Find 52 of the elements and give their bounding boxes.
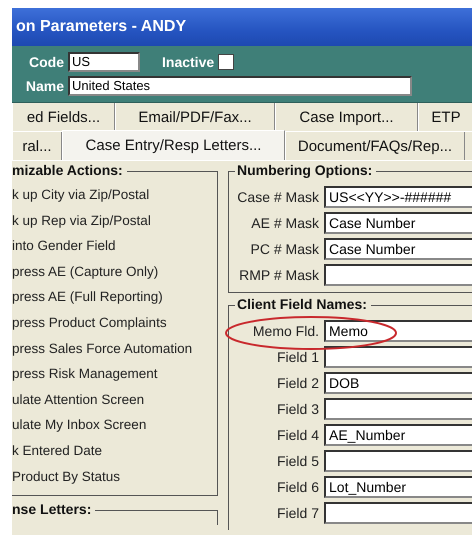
action-option[interactable]: ulate My Inbox Screen — [12, 412, 217, 438]
mask-field[interactable]: Case Number — [324, 212, 472, 234]
field-label: Field 3 — [276, 401, 319, 417]
field-label: Field 1 — [276, 349, 319, 365]
client-field[interactable]: AE_Number — [324, 424, 472, 446]
field-label: Memo Fld. — [252, 323, 319, 339]
field-label: Field 5 — [276, 453, 319, 469]
client-field[interactable]: DOB — [324, 372, 472, 394]
group-title: Numbering Options: — [235, 162, 376, 178]
field-label: Field 7 — [276, 505, 319, 521]
group-title: mizable Actions: — [12, 162, 127, 178]
client-field[interactable]: Memo — [324, 320, 472, 342]
client-field[interactable] — [324, 346, 472, 368]
field-label: Field 2 — [276, 375, 319, 391]
action-option[interactable]: into Gender Field — [12, 233, 217, 259]
code-field[interactable]: US — [68, 52, 140, 72]
tab[interactable]: Document/FAQs/Rep... — [285, 132, 465, 160]
action-option[interactable]: k up City via Zip/Postal — [12, 182, 217, 208]
code-label: Code — [28, 54, 64, 70]
action-option[interactable]: press AE (Full Reporting) — [12, 284, 217, 310]
field-label: Field 6 — [276, 479, 319, 495]
mask-field[interactable] — [324, 264, 472, 286]
group-title: nse Letters: — [12, 501, 96, 518]
client-field[interactable] — [324, 502, 472, 524]
field-label: AE # Mask — [250, 215, 319, 231]
field-label: Field 4 — [276, 427, 319, 443]
name-label: Name — [24, 78, 64, 94]
client-field[interactable]: Lot_Number — [324, 476, 472, 498]
tab[interactable]: Case Entry/Resp Letters... — [62, 130, 285, 160]
mask-field[interactable]: US<<YY>>-###### — [324, 186, 472, 208]
action-option[interactable]: ulate Attention Screen — [12, 386, 217, 412]
field-label: RMP # Mask — [238, 267, 319, 283]
client-field[interactable] — [324, 398, 472, 420]
inactive-label: Inactive — [162, 54, 214, 70]
client-field[interactable] — [324, 450, 472, 472]
mask-field[interactable]: Case Number — [324, 238, 472, 260]
action-option[interactable]: press Risk Management — [12, 361, 217, 387]
tab[interactable]: ral... — [12, 132, 62, 160]
field-label: Case # Mask — [236, 189, 319, 205]
action-option[interactable]: k Entered Date — [12, 438, 217, 464]
window-title: on Parameters - ANDY — [16, 18, 186, 36]
action-option[interactable]: k up Rep via Zip/Postal — [12, 208, 217, 234]
action-option[interactable]: press AE (Capture Only) — [12, 258, 217, 284]
name-field[interactable]: United States — [68, 76, 412, 96]
action-option[interactable]: Product By Status — [12, 464, 217, 490]
action-option[interactable]: press Product Complaints — [12, 310, 217, 336]
tab[interactable]: ed Fields... — [12, 103, 115, 131]
tab[interactable]: Case Import... — [275, 103, 418, 131]
group-title: Client Field Names: — [235, 296, 371, 312]
field-label: PC # Mask — [250, 241, 319, 257]
tab[interactable]: Email/PDF/Fax... — [115, 103, 275, 131]
action-option[interactable]: press Sales Force Automation — [12, 336, 217, 362]
